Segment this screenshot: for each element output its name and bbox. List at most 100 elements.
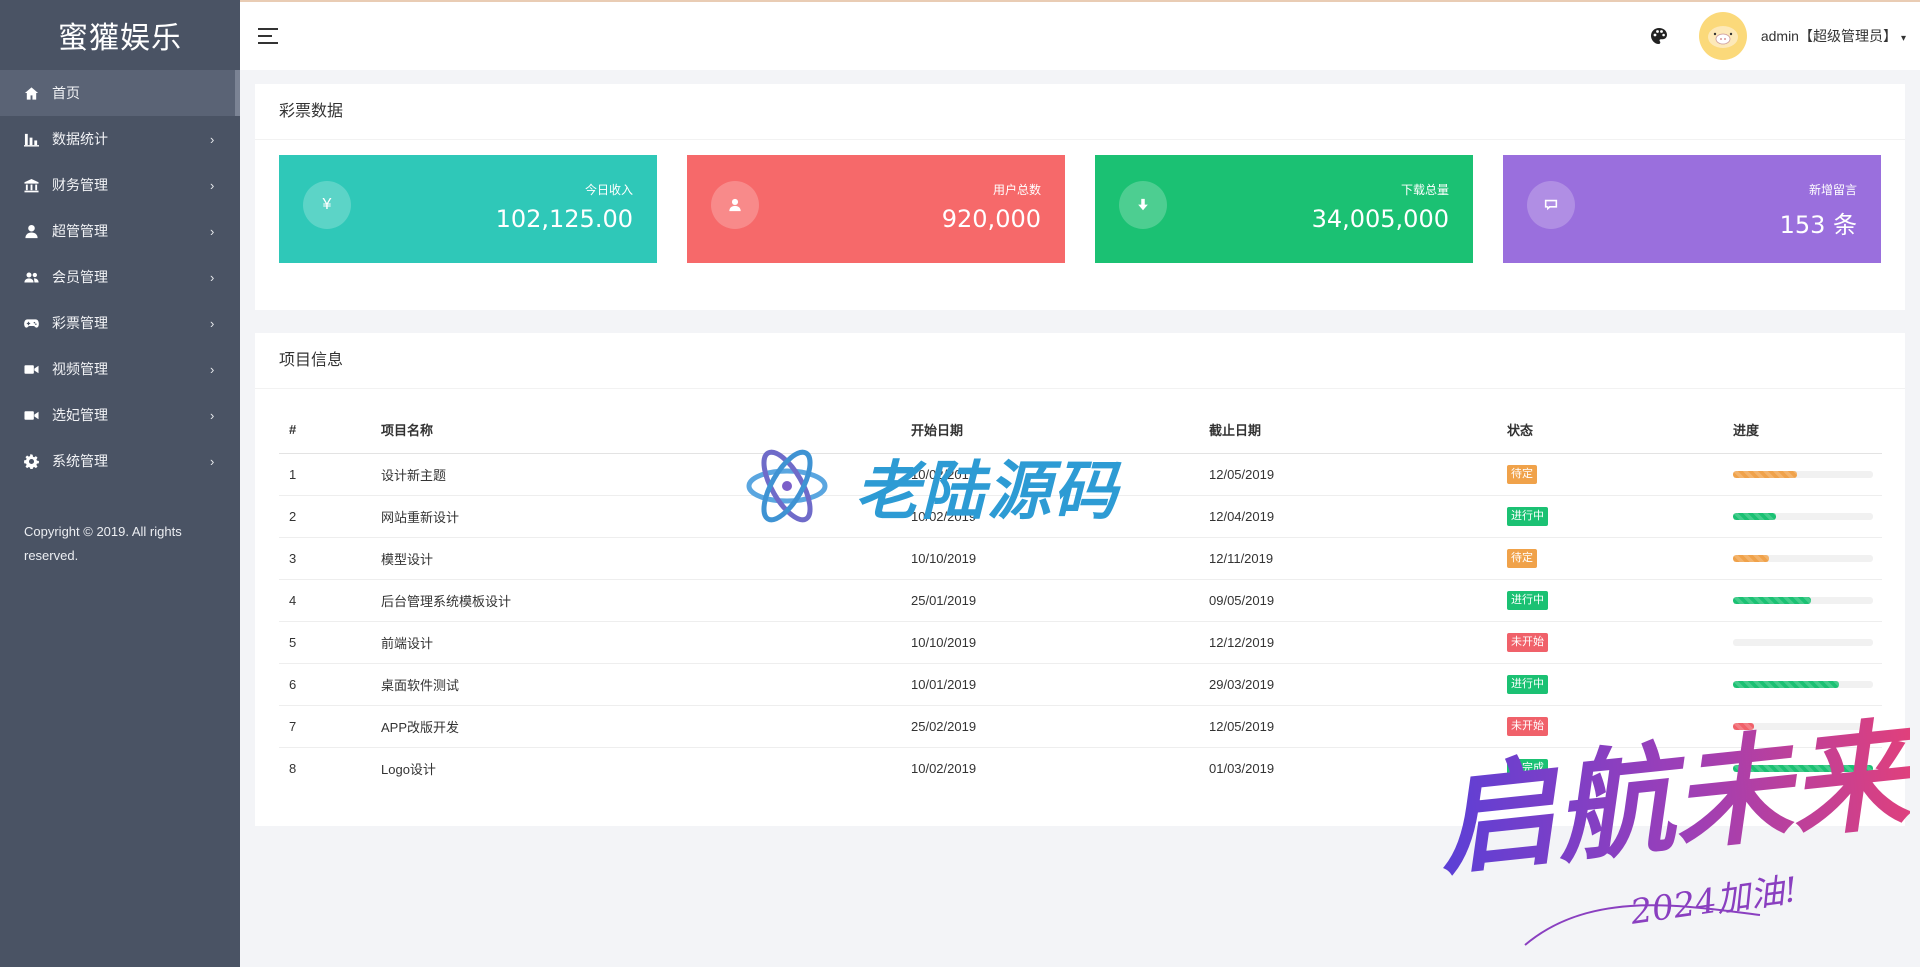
stat-value: 102,125.00 <box>495 205 633 233</box>
progress-bar <box>1733 596 1873 604</box>
stat-value: 920,000 <box>941 205 1041 233</box>
column-header: 状态 <box>1497 407 1723 454</box>
chevron-right-icon: › <box>210 407 215 423</box>
watermark-tagline: 2024加油! <box>1627 870 1800 933</box>
sidebar: 蜜獾娱乐 首页 数据统计 › 财务管理 › 超管管理 › 会员管理 › 彩票管理 <box>0 0 240 967</box>
chevron-right-icon: › <box>210 223 215 239</box>
sidebar-item-members[interactable]: 会员管理 › <box>0 254 240 300</box>
user-icon <box>711 181 759 229</box>
table-cell-status: 待定 <box>1497 537 1723 580</box>
sidebar-menu: 首页 数据统计 › 财务管理 › 超管管理 › 会员管理 › 彩票管理 › 视频… <box>0 70 240 484</box>
sidebar-item-finance[interactable]: 财务管理 › <box>0 162 240 208</box>
watermark-primary-text: 老陆源码 <box>855 455 1119 529</box>
stat-total-downloads: 下载总量 34,005,000 <box>1095 155 1473 263</box>
status-badge: 进行中 <box>1507 674 1548 694</box>
sidebar-item-lottery[interactable]: 彩票管理 › <box>0 300 240 346</box>
table-cell-status: 进行中 <box>1497 495 1723 538</box>
table-cell-end: 29/03/2019 <box>1199 663 1497 706</box>
progress-bar <box>1733 512 1873 520</box>
table-cell-name: 前端设计 <box>371 621 901 664</box>
card-title: 彩票数据 <box>255 84 1905 140</box>
table-cell-start: 25/01/2019 <box>901 579 1199 622</box>
stat-value: 153 条 <box>1779 211 1857 239</box>
progress-fill <box>1733 554 1770 562</box>
sidebar-item-super-admin[interactable]: 超管管理 › <box>0 208 240 254</box>
table-cell-name: APP改版开发 <box>371 705 901 748</box>
sidebar-item-system[interactable]: 系统管理 › <box>0 438 240 484</box>
stat-value: 34,005,000 <box>1311 205 1449 233</box>
copyright-text: Copyright © 2019. All rights reserved. <box>24 524 182 563</box>
sidebar-item-data-statistics[interactable]: 数据统计 › <box>0 116 240 162</box>
avatar-face-icon <box>1707 26 1738 48</box>
gear-icon <box>22 453 40 469</box>
table-cell-end: 12/04/2019 <box>1199 495 1497 538</box>
column-header: 截止日期 <box>1199 407 1497 454</box>
stat-label: 下载总量 <box>1400 183 1449 197</box>
table-cell-progress <box>1723 495 1882 538</box>
caret-down-icon: ▾ <box>1900 33 1906 44</box>
lottery-data-card: 彩票数据 ¥ 今日收入 102,125.00 用户总数 920,000 下载总量… <box>255 84 1905 310</box>
download-icon <box>1119 181 1167 229</box>
chevron-right-icon: › <box>210 177 215 193</box>
stat-tiles: ¥ 今日收入 102,125.00 用户总数 920,000 下载总量 34,0… <box>279 155 1881 263</box>
progress-fill <box>1733 596 1812 604</box>
sidebar-item-video[interactable]: 视频管理 › <box>0 346 240 392</box>
column-header: # <box>279 407 371 454</box>
table-cell-no: 6 <box>279 663 371 706</box>
watermark-secondary: 启航未来 2024加油! <box>1431 704 1910 946</box>
bank-icon <box>22 177 40 193</box>
table-cell-end: 12/05/2019 <box>1199 453 1497 496</box>
chevron-right-icon: › <box>210 131 215 147</box>
stat-total-users: 用户总数 920,000 <box>687 155 1065 263</box>
table-cell-name: Logo设计 <box>381 761 436 777</box>
stat-label: 新增留言 <box>1808 183 1857 197</box>
stat-label: 用户总数 <box>992 183 1041 197</box>
sidebar-item-label: 财务管理 <box>52 177 108 193</box>
top-header: admin【超级管理员】 ▾ <box>240 2 1920 70</box>
header-right: admin【超级管理员】 ▾ <box>1649 2 1906 70</box>
atom-logo-icon <box>746 449 828 523</box>
table-cell-end: 12/11/2019 <box>1199 537 1497 580</box>
table-cell-no: 8 <box>289 760 297 776</box>
user-menu[interactable]: admin【超级管理员】 ▾ <box>1761 26 1906 46</box>
table-cell-progress <box>1723 621 1882 664</box>
chevron-right-icon: › <box>210 269 215 285</box>
table-cell-end: 09/05/2019 <box>1199 579 1497 622</box>
progress-bar <box>1733 638 1873 646</box>
table-cell-status: 未开始 <box>1497 621 1723 664</box>
chevron-right-icon: › <box>210 361 215 377</box>
table-row: 6 桌面软件测试 10/01/2019 29/03/2019 进行中 <box>279 663 1882 706</box>
stat-today-income: ¥ 今日收入 102,125.00 <box>279 155 657 263</box>
message-icon <box>1527 181 1575 229</box>
progress-bar <box>1733 680 1873 688</box>
table-cell-name: 桌面软件测试 <box>371 663 901 706</box>
table-cell-no: 5 <box>279 621 371 664</box>
table-cell-end: 12/12/2019 <box>1199 621 1497 664</box>
sidebar-item-label: 选妃管理 <box>52 407 108 423</box>
status-badge: 进行中 <box>1507 590 1548 610</box>
stat-label: 今日收入 <box>584 183 633 197</box>
table-cell-start: 10/01/2019 <box>901 663 1199 706</box>
status-badge: 进行中 <box>1507 506 1548 526</box>
palette-icon[interactable] <box>1649 26 1669 46</box>
card-title: 项目信息 <box>255 333 1905 389</box>
table-cell-start: 10/10/2019 <box>901 537 1199 580</box>
sidebar-item-selection[interactable]: 选妃管理 › <box>0 392 240 438</box>
video-icon <box>22 407 40 423</box>
avatar[interactable] <box>1698 12 1747 60</box>
watermark-primary: 老陆源码 <box>743 438 1183 534</box>
sidebar-item-home[interactable]: 首页 <box>0 70 240 116</box>
table-cell-progress <box>1723 579 1882 622</box>
table-cell-status: 进行中 <box>1497 663 1723 706</box>
menu-toggle-icon[interactable] <box>258 25 280 47</box>
progress-fill <box>1733 470 1798 478</box>
column-header: 进度 <box>1723 407 1882 454</box>
brand-title: 蜜獾娱乐 <box>58 21 182 56</box>
table-cell-no: 7 <box>279 705 371 748</box>
progress-bar <box>1733 554 1873 562</box>
chevron-right-icon: › <box>210 315 215 331</box>
stat-new-messages: 新增留言 153 条 <box>1503 155 1881 263</box>
user-icon <box>22 223 40 239</box>
sidebar-item-label: 系统管理 <box>52 453 108 469</box>
table-cell-no: 1 <box>279 453 371 496</box>
